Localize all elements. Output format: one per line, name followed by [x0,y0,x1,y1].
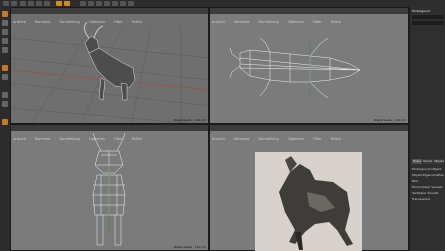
edges-mode-icon[interactable] [2,38,8,44]
light-icon[interactable] [128,1,134,6]
viewport-perspective[interactable]: Ansicht Kameras Darstellung Optionen Fil… [10,7,209,124]
attribute-manager: Hintergrund Basis Koord. Objekt Hintergr… [409,7,445,251]
redo-icon[interactable] [11,1,17,6]
menu-options[interactable]: Optionen [288,136,304,142]
prop-image[interactable]: Bild [412,179,444,183]
prop-h-offset[interactable]: Horizontaler Versatz [412,185,444,189]
prop-background-object: Hintergrund-Objekt [412,167,442,171]
texture-mode-icon[interactable] [2,20,8,26]
viewport-top[interactable]: Ansicht Kameras Darstellung Optionen Fil… [209,7,409,124]
undo-icon[interactable] [3,1,9,6]
render-icon[interactable] [56,1,62,6]
menu-panels[interactable]: Tafeln [331,136,341,142]
grid-size-label: Rasterweite : 100 cm [174,118,206,122]
snap-icon[interactable] [2,74,8,80]
app-window: Ansicht Kameras Darstellung Optionen Fil… [0,0,445,251]
axis-mode-icon[interactable] [2,65,8,71]
goat-wireframe-top [229,37,361,99]
lock-icon[interactable] [2,101,8,107]
tab-object[interactable]: Objekt [434,159,444,164]
menu-filter[interactable]: Filter [313,136,322,142]
deformer-icon[interactable] [104,1,110,6]
spline-icon[interactable] [96,1,102,6]
subdivision-icon[interactable] [88,1,94,6]
points-mode-icon[interactable] [2,29,8,35]
workplane-icon[interactable] [2,92,8,98]
menu-cameras[interactable]: Kameras [234,136,249,142]
cube-icon[interactable] [80,1,86,6]
scale-tool-icon[interactable] [36,1,42,6]
object-list-field[interactable] [412,15,444,19]
grid-size-label: Rasterweite : 100 cm [174,245,206,249]
reference-image [255,152,362,251]
scene-icon[interactable] [112,1,118,6]
goat-wireframe-front [92,132,126,246]
prop-object-properties: Objekt-Eigenschaften [412,173,444,177]
move-tool-icon[interactable] [28,1,34,6]
viewport-front[interactable]: Ansicht Kameras Darstellung Optionen Fil… [10,124,209,251]
model-mode-icon[interactable] [2,11,8,17]
rotate-tool-icon[interactable] [44,1,50,6]
goat-model-perspective [84,21,136,101]
camera-icon[interactable] [120,1,126,6]
object-list-field-2[interactable] [412,21,444,25]
tab-basic[interactable]: Basis [412,159,422,164]
sculpt-icon[interactable] [2,119,8,125]
polygons-mode-icon[interactable] [2,47,8,53]
grid-size-label: Rasterweite : 100 cm [374,118,406,122]
menu-view[interactable]: Ansicht [212,136,225,142]
select-tool-icon[interactable] [20,1,26,6]
render-settings-icon[interactable] [64,1,70,6]
menu-display[interactable]: Darstellung [258,136,278,142]
tab-coord[interactable]: Koord. [423,159,433,164]
panel-title: Hintergrund [412,9,431,13]
viewport-menubar: Ansicht Kameras Darstellung Optionen Fil… [210,125,408,141]
prop-transparency[interactable]: Transparenz [412,197,444,201]
prop-v-offset[interactable]: Vertikaler Versatz [412,191,444,195]
goat-photo [255,152,362,251]
